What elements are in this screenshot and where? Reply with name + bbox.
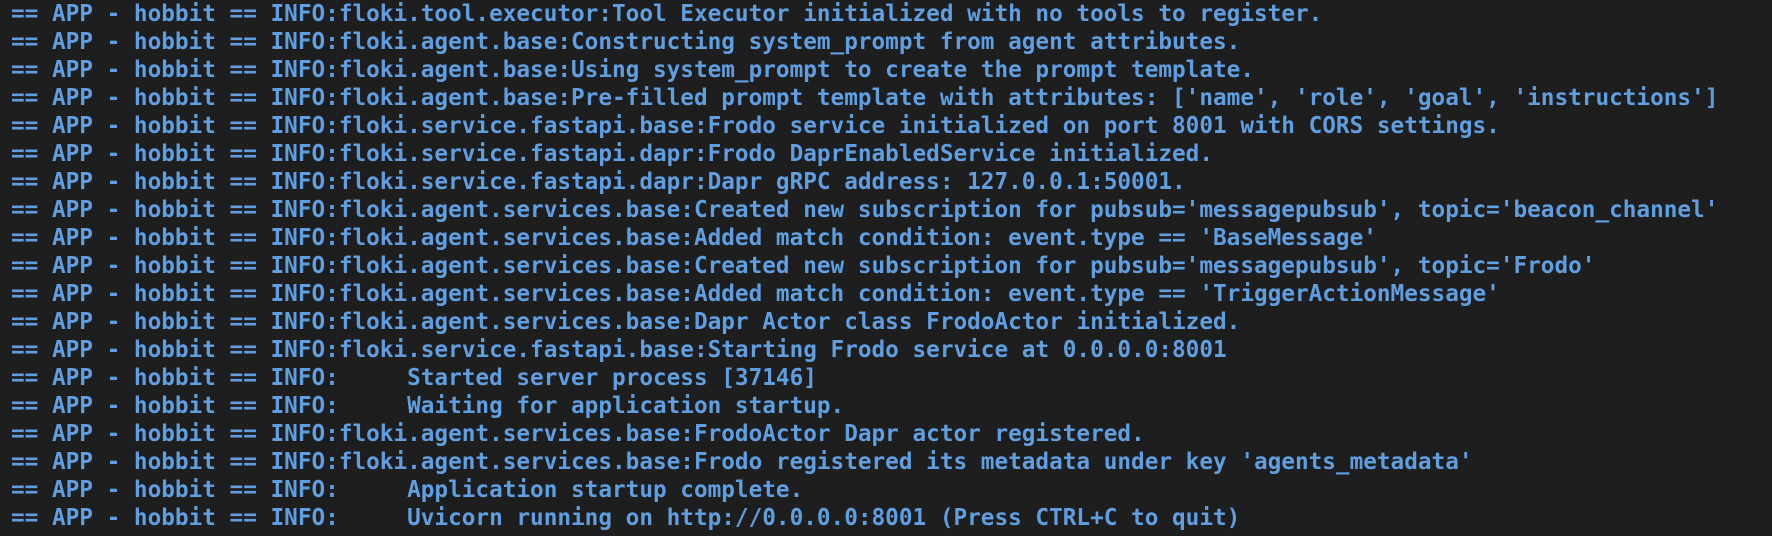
log-line: == APP - hobbit == INFO:floki.agent.serv… <box>11 281 1500 307</box>
log-line: == APP - hobbit == INFO:floki.agent.serv… <box>11 225 1377 251</box>
log-line: == APP - hobbit == INFO: Uvicorn running… <box>11 505 1241 531</box>
terminal-window[interactable]: == APP - hobbit == INFO:floki.tool.execu… <box>0 0 1772 536</box>
log-line: == APP - hobbit == INFO:floki.agent.base… <box>11 57 1254 83</box>
log-line: == APP - hobbit == INFO:floki.service.fa… <box>11 337 1227 363</box>
log-line: == APP - hobbit == INFO:floki.tool.execu… <box>11 1 1323 27</box>
log-line: == APP - hobbit == INFO:floki.agent.serv… <box>11 253 1596 279</box>
log-line: == APP - hobbit == INFO:floki.service.fa… <box>11 113 1500 139</box>
log-output: == APP - hobbit == INFO:floki.tool.execu… <box>11 0 1772 532</box>
log-line: == APP - hobbit == INFO:floki.agent.base… <box>11 29 1241 55</box>
log-line: == APP - hobbit == INFO:floki.agent.serv… <box>11 309 1241 335</box>
log-line: == APP - hobbit == INFO: Started server … <box>11 365 817 391</box>
log-line: == APP - hobbit == INFO:floki.agent.serv… <box>11 449 1473 475</box>
log-line: == APP - hobbit == INFO: Waiting for app… <box>11 393 845 419</box>
log-line: == APP - hobbit == INFO: Application sta… <box>11 477 804 503</box>
log-line: == APP - hobbit == INFO:floki.agent.base… <box>11 85 1719 111</box>
log-line: == APP - hobbit == INFO:floki.service.fa… <box>11 169 1186 195</box>
log-line: == APP - hobbit == INFO:floki.agent.serv… <box>11 197 1719 223</box>
log-line: == APP - hobbit == INFO:floki.service.fa… <box>11 141 1213 167</box>
log-line: == APP - hobbit == INFO:floki.agent.serv… <box>11 421 1145 447</box>
